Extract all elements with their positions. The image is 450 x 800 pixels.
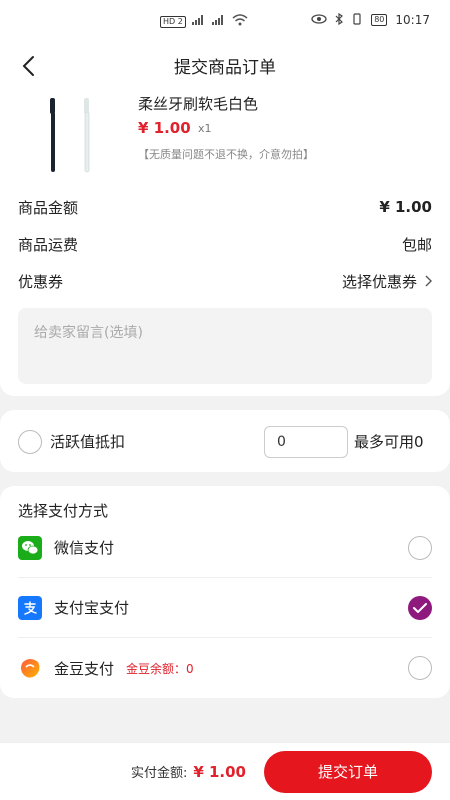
back-arrow-icon <box>22 56 34 76</box>
alipay-label: 支付宝支付 <box>54 599 130 617</box>
check-icon <box>413 603 427 613</box>
total-value: ¥ 1.00 <box>193 762 246 781</box>
product-image <box>36 96 106 176</box>
wechat-radio[interactable] <box>408 536 432 560</box>
wechat-label: 微信支付 <box>54 539 115 557</box>
shipping-value: 包邮 <box>401 235 432 254</box>
golden-bean-balance: 金豆余额：0 <box>126 661 194 676</box>
active-deduction-input-value: 0 <box>277 434 286 450</box>
status-left-icons: HD 2 <box>160 14 248 29</box>
order-summary-card: 柔丝牙刷软毛白色 ¥ 1.00 x1 【无质量问题不退不换，介意勿拍】 商品金额… <box>0 90 450 396</box>
golden-bean-label: 金豆支付 <box>54 659 115 678</box>
product-price: ¥ 1.00 <box>138 119 191 137</box>
status-right-icons: 80 10:17 <box>311 12 430 28</box>
bluetooth-icon <box>335 12 344 28</box>
product-quantity: x1 <box>198 122 212 135</box>
signal-icon <box>191 15 206 28</box>
total-label: 实付金额: <box>130 766 188 781</box>
shipping-row: 商品运费 包邮 <box>18 230 432 258</box>
submit-order-button[interactable]: 提交订单 <box>264 750 432 793</box>
amount-value: ¥ 1.00 <box>379 198 432 216</box>
message-placeholder: 给卖家留言(选填) <box>34 325 143 341</box>
active-deduction-label: 活跃值抵扣 <box>50 433 126 451</box>
clock: 10:17 <box>395 13 430 27</box>
active-deduction-radio[interactable] <box>18 430 42 454</box>
amount-label: 商品金额 <box>18 198 79 217</box>
shipping-label: 商品运费 <box>18 235 79 254</box>
coupon-label: 优惠券 <box>18 272 64 291</box>
bottom-bar: 实付金额: ¥ 1.00 提交订单 <box>0 742 450 800</box>
coupon-row[interactable]: 优惠券 选择优惠券 <box>18 267 432 295</box>
active-deduction-card: 活跃值抵扣 0 最多可用0 <box>0 410 450 472</box>
golden-bean-icon <box>18 656 42 680</box>
golden-bean-radio[interactable] <box>408 656 432 680</box>
payment-card: 选择支付方式 微信支付 支付宝支付 金豆支付 金豆余额：0 <box>0 486 450 698</box>
wechat-icon <box>18 535 42 560</box>
alipay-radio-checked[interactable] <box>408 596 432 620</box>
coupon-selector[interactable]: 选择优惠券 <box>342 271 432 292</box>
product-item: 柔丝牙刷软毛白色 ¥ 1.00 x1 【无质量问题不退不换，介意勿拍】 <box>0 90 450 190</box>
payment-option-alipay[interactable]: 支付宝支付 <box>18 578 432 638</box>
active-max-text: 最多可用0 <box>354 433 424 451</box>
back-button[interactable] <box>14 52 42 80</box>
wifi-icon <box>232 14 248 29</box>
page-title: 提交商品订单 <box>174 57 276 78</box>
chevron-right-icon <box>425 275 432 287</box>
eye-icon <box>311 13 327 27</box>
alipay-icon <box>18 595 42 620</box>
message-input[interactable]: 给卖家留言(选填) <box>18 308 432 384</box>
hd-badge: HD 2 <box>160 15 186 28</box>
signal-icon-2 <box>211 15 226 28</box>
payment-option-wechat[interactable]: 微信支付 <box>18 518 432 578</box>
active-deduction-input[interactable]: 0 <box>264 426 348 458</box>
coupon-value: 选择优惠券 <box>341 272 417 291</box>
status-bar: HD 2 80 10:17 <box>0 0 450 40</box>
amount-row: 商品金额 ¥ 1.00 <box>18 193 432 221</box>
header: 提交商品订单 <box>0 40 450 90</box>
product-note: 【无质量问题不退不换，介意勿拍】 <box>138 148 314 161</box>
vibrate-icon <box>351 12 363 28</box>
product-name: 柔丝牙刷软毛白色 <box>138 95 259 113</box>
payment-option-golden-bean[interactable]: 金豆支付 金豆余额：0 <box>18 638 432 698</box>
battery-icon: 80 <box>371 14 388 26</box>
